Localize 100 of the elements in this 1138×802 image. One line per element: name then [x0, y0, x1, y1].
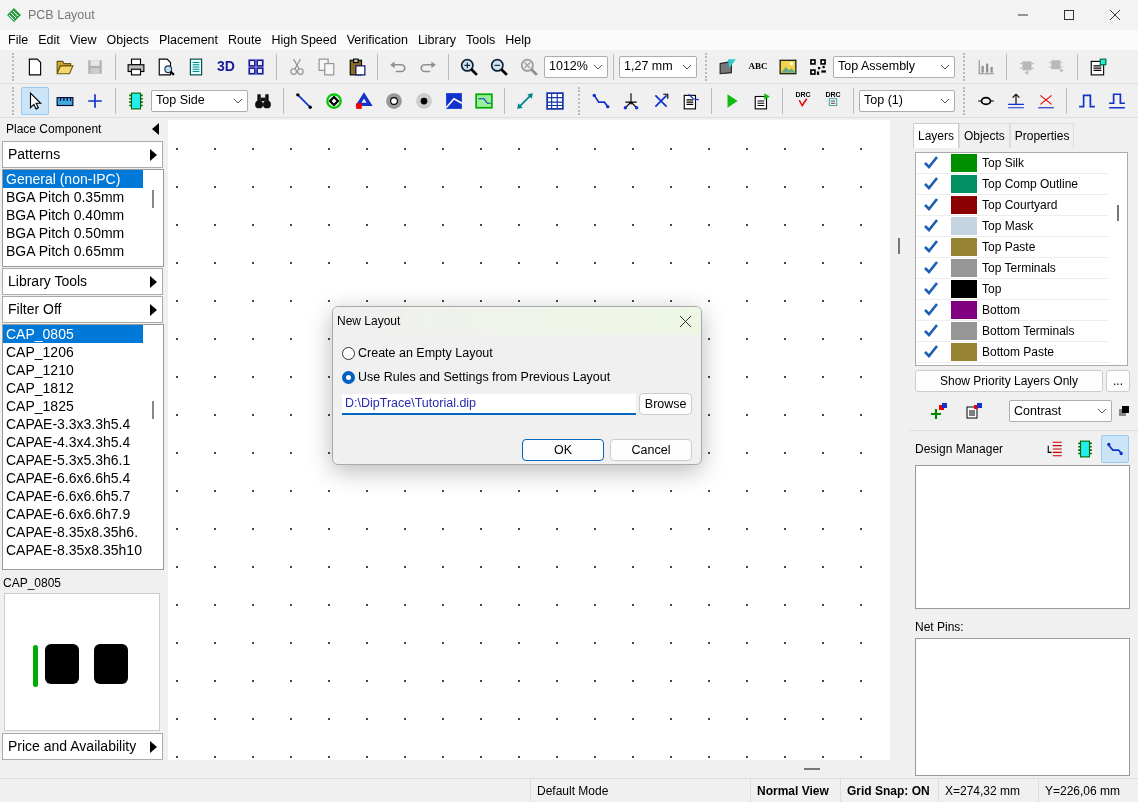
list-item[interactable]: CAPAE-5.3x5.3h6.1 [3, 451, 143, 469]
color-swatch[interactable] [951, 343, 977, 361]
monitor-icon [719, 57, 737, 76]
up-arrow-icon [1007, 91, 1025, 110]
list-item[interactable]: CAPAE-6.6x6.6h5.4 [3, 469, 143, 487]
chip-icon [127, 91, 145, 110]
dropdown[interactable]: 1012% [544, 55, 608, 78]
patterns-button[interactable]: Patterns [2, 141, 163, 168]
list-item[interactable]: CAP_0805 [3, 325, 143, 343]
menu-item[interactable]: Library [412, 30, 462, 50]
line-icon [295, 91, 313, 110]
document-icon [26, 57, 44, 76]
color-swatch[interactable] [951, 301, 977, 319]
list-item[interactable]: CAPAE-3.3x3.3h5.4 [3, 415, 143, 433]
list-item[interactable]: CAPAE-6.6x6.6h7.9 [3, 505, 143, 523]
combo-value: 1012% [549, 58, 588, 76]
list-item[interactable]: CAPAE-4.3x4.3h5.4 [3, 433, 143, 451]
menu-item[interactable]: File [3, 30, 34, 50]
triangle-icon [355, 91, 373, 110]
ok-button[interactable]: OK [522, 439, 604, 461]
color-swatch[interactable] [951, 196, 977, 214]
text-button[interactable]: ABC [744, 52, 772, 81]
filter-button[interactable]: Filter Off [2, 296, 163, 323]
junction-icon [622, 91, 640, 110]
list-item[interactable]: CAPAE-8.35x8.35h10 [3, 541, 143, 559]
color-swatch[interactable] [951, 217, 977, 235]
priority-layers-button[interactable]: Show Priority Layers Only [915, 370, 1103, 392]
qr-code-icon [809, 57, 827, 76]
layer-name: Top Terminals [982, 260, 1056, 277]
floppy-icon [86, 57, 104, 76]
dropdown[interactable]: Top Side [151, 89, 248, 112]
status-text: Grid Snap: ON [847, 783, 930, 800]
color-swatch[interactable] [951, 259, 977, 277]
tab[interactable]: Layers [913, 123, 960, 148]
dialog-title: New Layout [337, 313, 401, 330]
list-item[interactable]: BGA Pitch 0.40mm [3, 206, 143, 224]
price-button[interactable]: Price and Availability [2, 733, 163, 760]
layer-name: Top Courtyard [982, 197, 1058, 214]
cancel-button[interactable]: Cancel [610, 439, 692, 461]
panel-title: Place Component [6, 121, 102, 138]
menu-item[interactable]: Route [223, 30, 267, 50]
color-swatch[interactable] [951, 322, 977, 340]
browse-button[interactable]: Browse [639, 393, 692, 415]
menu-item[interactable]: Verification [341, 30, 413, 50]
section-title: Design Manager [915, 441, 1004, 458]
dimension-icon [516, 91, 534, 110]
menu-item[interactable]: Edit [33, 30, 65, 50]
color-swatch[interactable] [951, 280, 977, 298]
dropdown[interactable]: Top Assembly [833, 55, 955, 78]
color-swatch[interactable] [951, 154, 977, 172]
list-item[interactable]: CAPAE-8.35x8.35h6. [3, 523, 143, 541]
combo-value: Top Assembly [838, 58, 916, 76]
page-icon [187, 57, 205, 76]
contrast-dropdown[interactable]: Contrast [1009, 400, 1112, 422]
list-icon [682, 91, 700, 110]
menu-item[interactable]: Placement [153, 30, 224, 50]
color-swatch[interactable] [951, 175, 977, 193]
list-item[interactable]: CAP_1812 [3, 379, 143, 397]
menu-item[interactable]: Help [500, 30, 536, 50]
layer-name: Bottom Terminals [982, 323, 1075, 340]
cross-icon [652, 91, 670, 110]
list-item[interactable]: BGA Pitch 0.50mm [3, 224, 143, 242]
menu-item[interactable]: Tools [461, 30, 501, 50]
radio-button[interactable] [342, 370, 355, 384]
list-item[interactable]: CAP_1825 [3, 397, 143, 415]
menu-item[interactable]: View [64, 30, 102, 50]
manager-tool-button[interactable] [1101, 435, 1129, 463]
chevron-down-icon [1097, 408, 1107, 414]
list-item[interactable]: CAP_1206 [3, 343, 143, 361]
list-item[interactable]: BGA Pitch 0.35mm [3, 188, 143, 206]
layer-name: Top Paste [982, 239, 1036, 256]
color-swatch[interactable] [951, 238, 977, 256]
library-tools-button[interactable]: Library Tools [2, 268, 163, 295]
copy-icon [318, 57, 336, 76]
zoom-in-icon [460, 57, 478, 76]
select-button[interactable] [21, 86, 49, 115]
option-label[interactable]: Use Rules and Settings from Previous Layout [358, 367, 611, 387]
bar-chart-icon [977, 57, 995, 76]
list-item[interactable]: CAP_1210 [3, 361, 143, 379]
path-field[interactable]: D:\DipTrace\Tutorial.dip [342, 393, 637, 415]
list-icon [1046, 440, 1064, 458]
layer-name: Top Mask [982, 218, 1034, 235]
list-item[interactable]: CAPAE-6.6x6.6h5.7 [3, 487, 143, 505]
3d-view-button[interactable]: 3D [212, 52, 240, 81]
radio-button[interactable] [342, 346, 355, 360]
more-button[interactable]: ... [1106, 370, 1130, 392]
list-item[interactable]: General (non-IPC) [3, 170, 143, 188]
option-label[interactable]: Create an Empty Layout [358, 343, 493, 363]
tab[interactable]: Objects [959, 123, 1010, 148]
dropdown[interactable]: Top (1) [859, 89, 955, 112]
menu-item[interactable]: Objects [101, 30, 154, 50]
menu-item[interactable]: High Speed [266, 30, 342, 50]
list-item[interactable]: BGA Pitch 0.65mm [3, 242, 143, 260]
chip-icon [1048, 57, 1066, 76]
close-button[interactable] [680, 315, 691, 327]
scissors-icon [288, 57, 306, 76]
net-pins-label: Net Pins: [915, 620, 964, 634]
dropdown[interactable]: 1,27 mm [619, 55, 697, 78]
tab[interactable]: Properties [1009, 123, 1075, 148]
combo-value: 1,27 mm [624, 58, 673, 76]
